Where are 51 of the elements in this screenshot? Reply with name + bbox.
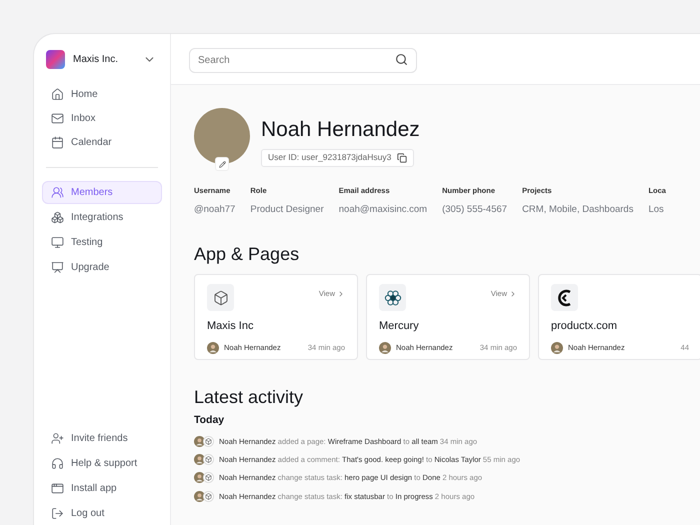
field-value: noah@maxisinc.com [338, 202, 428, 217]
user-plus-icon [51, 432, 64, 445]
avatar-icon [207, 342, 219, 354]
workspace-logo [46, 50, 65, 69]
sidebar-item[interactable]: Upgrade [42, 256, 162, 279]
flower-icon [384, 288, 402, 306]
field-value: Product Designer [250, 202, 324, 217]
users-icon [51, 186, 64, 199]
boxes-icon [51, 211, 64, 224]
sidebar-item[interactable]: Members [42, 181, 162, 204]
c-logo-icon [556, 288, 572, 306]
user-id: User ID: user_9231873jdaHsuy3 [268, 151, 392, 164]
search-field[interactable]: Search [189, 48, 417, 72]
section-title: App & Pages [194, 243, 300, 265]
workspace-name: Maxis Inc. [73, 53, 118, 67]
edit-button[interactable] [215, 157, 229, 171]
sidebar-item[interactable]: Log out [42, 502, 162, 525]
logout-icon [51, 507, 64, 520]
sidebar-item[interactable]: Inbox [42, 107, 162, 130]
sidebar-item[interactable]: Testing [42, 231, 162, 254]
sidebar-item[interactable]: Calendar [42, 131, 162, 154]
presentation-icon [51, 261, 64, 274]
profile-name: Noah Hernandez [261, 117, 420, 143]
chevron-right-icon [509, 290, 517, 298]
chevron-right-icon [337, 290, 345, 298]
pencil-icon [218, 160, 226, 168]
sidebar-item[interactable]: Home [42, 83, 162, 106]
home-icon [51, 88, 64, 101]
avatar-icon [551, 342, 563, 354]
search-icon [395, 52, 408, 66]
field-value: CRM, Mobile, Dashboards [522, 202, 634, 217]
headset-icon [51, 457, 64, 470]
cube-icon [212, 290, 228, 306]
sidebar-item[interactable]: Integrations [42, 206, 162, 229]
app-name: productx.com [551, 319, 618, 334]
field-value: (305) 555-4567 [442, 202, 508, 217]
section-title: Latest activity [194, 386, 304, 408]
sidebar-item[interactable]: Invite friends [42, 427, 162, 450]
app-name: Maxis Inc [207, 319, 254, 334]
copy-icon[interactable] [397, 152, 408, 162]
field-value: @noah77 [194, 202, 236, 217]
app-name: Mercury [379, 319, 420, 334]
monitor-icon [51, 236, 64, 249]
mail-icon [51, 112, 64, 125]
sidebar-item[interactable]: Install app [42, 477, 162, 500]
avatar-icon [379, 342, 391, 354]
group-label: Today [194, 413, 226, 428]
calendar-icon [51, 136, 64, 149]
window-icon [51, 482, 64, 495]
field-value: Los [648, 202, 665, 217]
sidebar-item[interactable]: Help & support [42, 452, 162, 475]
